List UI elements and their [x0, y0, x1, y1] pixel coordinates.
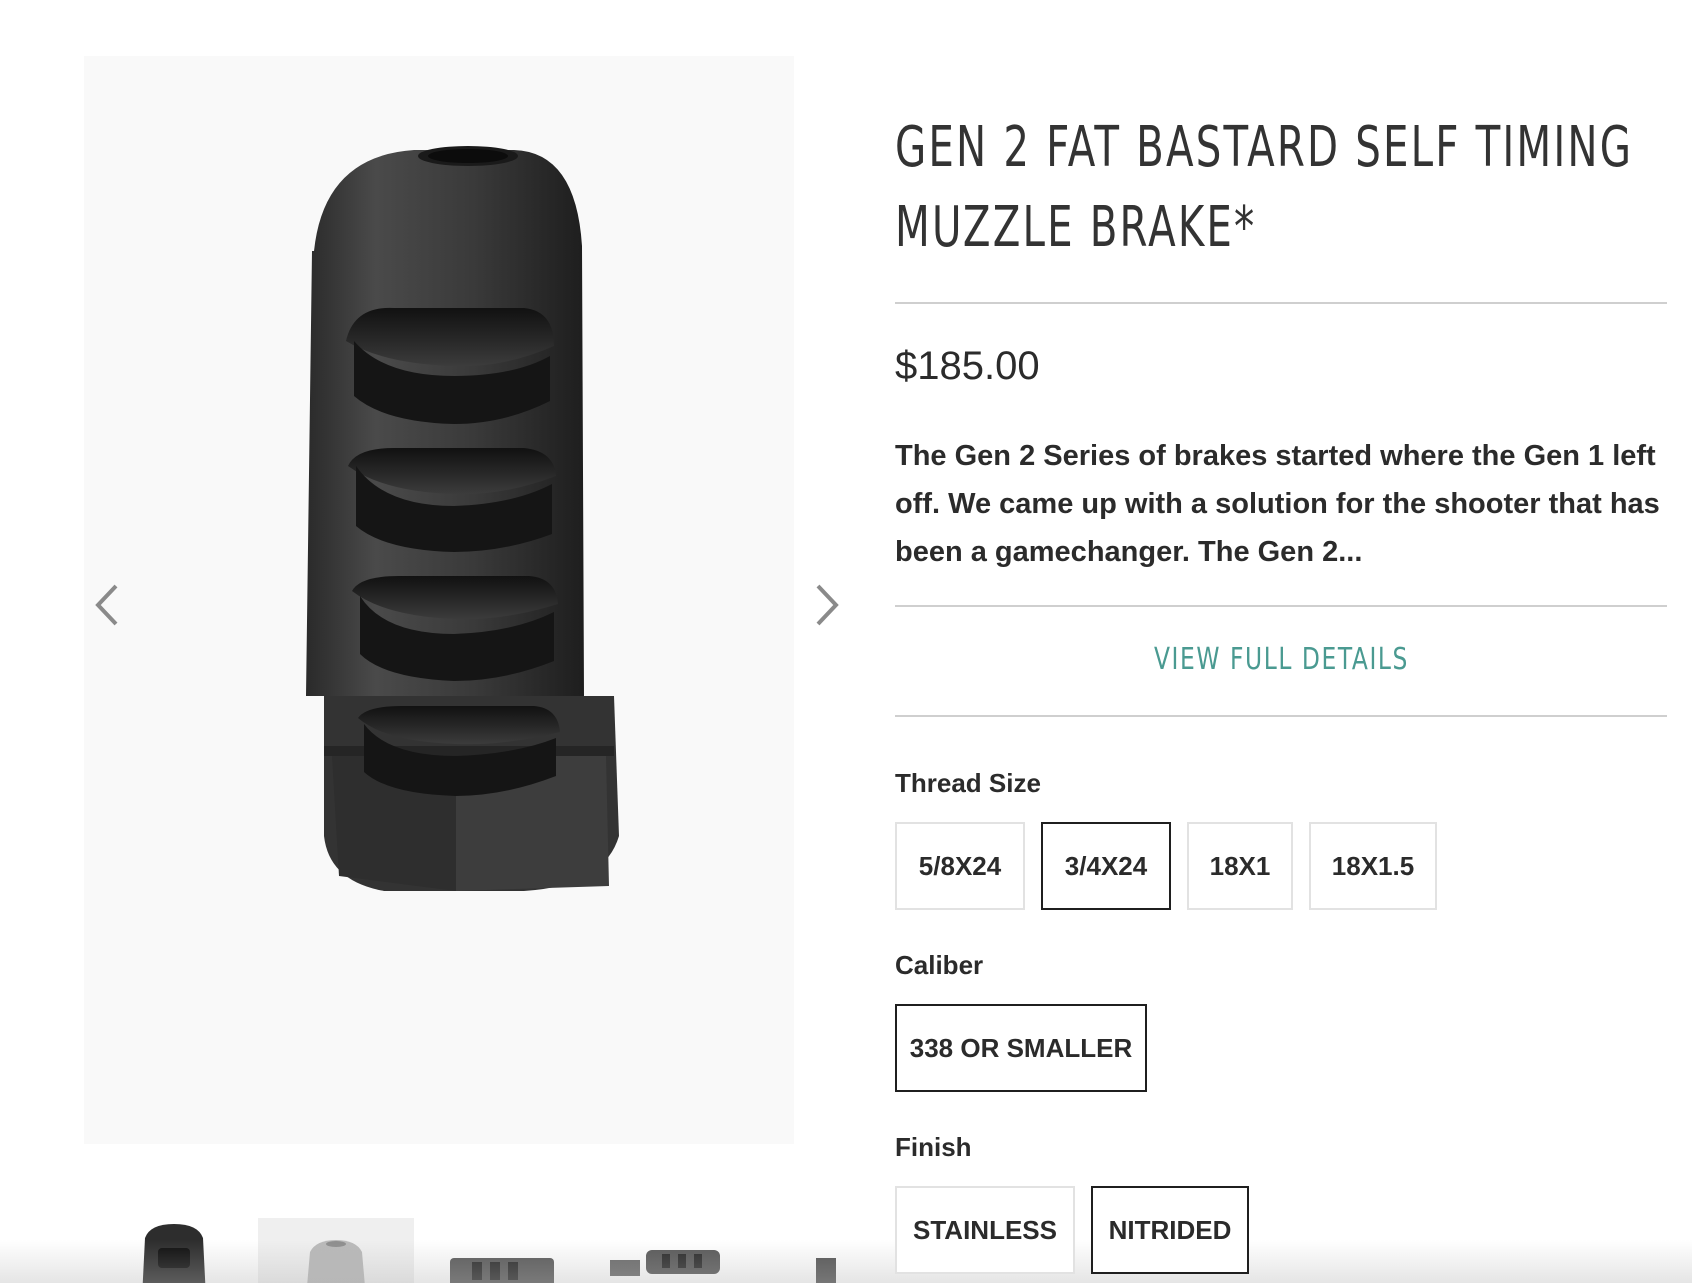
product-title: GEN 2 FAT BASTARD SELF TIMING MUZZLE BRA… — [895, 115, 1634, 260]
product-description: The Gen 2 Series of brakes started where… — [895, 440, 1660, 568]
thumbnail-5[interactable] — [756, 1218, 854, 1283]
thread-option-18x1[interactable]: 18X1 — [1187, 822, 1293, 910]
finish-label: Finish — [895, 1132, 972, 1162]
thumbnail-4[interactable] — [590, 1218, 746, 1283]
previous-image-button[interactable] — [88, 575, 124, 635]
brake-thumbnail — [816, 1258, 836, 1283]
thumbnail-2[interactable] — [258, 1218, 414, 1283]
view-full-details-label: VIEW FULL DETAILS — [1153, 642, 1409, 677]
caliber-label: Caliber — [895, 950, 984, 980]
thread-size-label: Thread Size — [895, 768, 1041, 798]
thread-option-18x1-5[interactable]: 18X1.5 — [1309, 822, 1437, 910]
thumbnail-strip — [84, 1218, 854, 1283]
thread-option-3-4x24[interactable]: 3/4X24 — [1041, 822, 1171, 910]
brake-side-thumbnail — [450, 1258, 554, 1283]
chevron-left-icon — [95, 584, 118, 626]
caliber-option-338-or-smaller[interactable]: 338 OR SMALLER — [895, 1004, 1147, 1092]
product-price: $185.00 — [895, 344, 1040, 388]
product-main-image[interactable] — [84, 56, 794, 1144]
next-image-button[interactable] — [810, 575, 846, 635]
divider — [895, 715, 1667, 717]
divider — [895, 302, 1667, 304]
finish-option-stainless[interactable]: STAINLESS — [895, 1186, 1075, 1274]
stainless-brake-thumbnail — [307, 1240, 365, 1283]
brake-parts-thumbnail — [610, 1250, 720, 1276]
thumbnail-1[interactable] — [100, 1218, 250, 1283]
view-full-details-link[interactable]: VIEW FULL DETAILS — [895, 642, 1667, 677]
finish-option-nitrided[interactable]: NITRIDED — [1091, 1186, 1249, 1274]
muzzle-brake-thumbnail — [142, 1224, 206, 1283]
thumbnail-3[interactable] — [424, 1218, 580, 1283]
muzzle-brake-image — [306, 146, 619, 891]
divider — [895, 605, 1667, 607]
chevron-right-icon — [816, 584, 839, 626]
thread-option-5-8x24[interactable]: 5/8X24 — [895, 822, 1025, 910]
